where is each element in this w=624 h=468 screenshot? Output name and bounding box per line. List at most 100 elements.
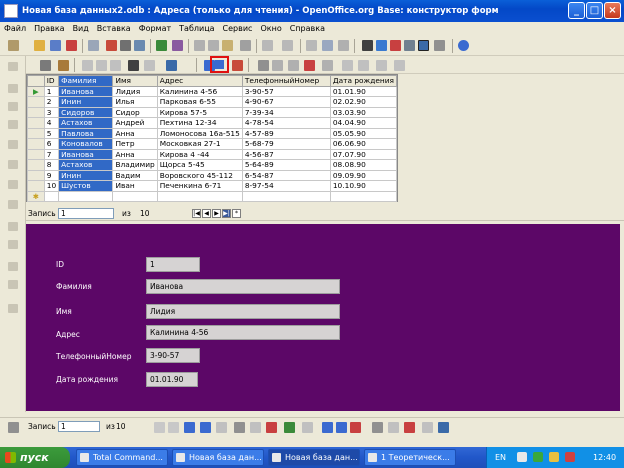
menu-format[interactable]: Формат [135, 22, 175, 36]
gallery-icon[interactable] [390, 40, 401, 51]
first-record-button[interactable]: |◀ [192, 209, 201, 218]
undo-icon[interactable] [262, 40, 273, 51]
table-cell[interactable]: 4-78-54 [241, 117, 331, 129]
field-address[interactable]: Калинина 4-56 [146, 325, 340, 340]
table-cell[interactable]: Иванова [58, 85, 114, 97]
table-cell[interactable]: 1 [43, 85, 60, 97]
task-base-1[interactable]: Новая база дан... [172, 449, 264, 466]
print-icon[interactable] [120, 40, 131, 51]
tray-security-icon[interactable] [565, 452, 575, 462]
row-selector[interactable] [27, 180, 45, 192]
format-paintbrush-icon[interactable] [240, 40, 251, 51]
table-cell[interactable]: Астахов [58, 117, 114, 129]
autofilter-icon[interactable] [144, 60, 155, 71]
task-theory[interactable]: 1 Теоретическ... [364, 449, 456, 466]
table-cell[interactable]: Андрей [112, 117, 158, 129]
filter-icon[interactable] [258, 60, 269, 71]
table-cell[interactable]: Кирова 4 -44 [156, 148, 243, 160]
table-cell[interactable]: Иванова [58, 148, 114, 160]
pushbutton-control-icon[interactable] [8, 222, 18, 231]
table-cell[interactable]: Коновалов [58, 138, 114, 150]
design-mode-icon[interactable] [8, 84, 18, 93]
menu-tools[interactable]: Сервис [219, 22, 257, 36]
table-cell[interactable]: 3-90-57 [241, 85, 331, 97]
language-indicator[interactable]: EN [495, 447, 506, 468]
last-record-icon[interactable] [200, 422, 211, 433]
table-cell[interactable]: Инин [58, 169, 114, 181]
table-cell[interactable]: Инин [58, 96, 114, 108]
table-insert-icon[interactable] [322, 40, 333, 51]
table-cell[interactable]: Кирова 57-5 [156, 106, 243, 118]
menu-window[interactable]: Окно [256, 22, 285, 36]
sort-descending-highlight[interactable] [210, 56, 229, 73]
save-record-icon[interactable] [40, 60, 51, 71]
textbox-control-icon[interactable] [8, 120, 18, 129]
table-cell[interactable]: 4-57-89 [241, 127, 331, 139]
undo-record-icon[interactable] [82, 60, 93, 71]
field-phone[interactable]: 3-90-57 [146, 348, 200, 363]
column-header[interactable]: Имя [112, 75, 158, 87]
sort-descending-icon[interactable] [336, 422, 347, 433]
table-cell[interactable]: 10.10.90 [329, 180, 398, 192]
grid-tool-icon[interactable] [342, 60, 353, 71]
data-source-icon[interactable] [438, 422, 449, 433]
table-row[interactable]: 8 Астахов Владимир Щорса 5-45 5-64-89 08.08.9… [27, 159, 398, 171]
more-controls-icon[interactable] [8, 262, 18, 271]
row-selector[interactable] [27, 138, 45, 150]
delete-record-icon[interactable] [96, 60, 107, 71]
field-birthdate[interactable]: 01.01.90 [146, 372, 198, 387]
table-cell[interactable]: 4 [43, 117, 60, 129]
row-selector[interactable] [27, 106, 45, 118]
table-cell[interactable]: 9 [43, 169, 60, 181]
menu-table[interactable]: Таблица [175, 22, 218, 36]
grid-tool-icon[interactable] [394, 60, 405, 71]
apply-filter-icon[interactable] [388, 422, 399, 433]
menu-help[interactable]: Справка [286, 22, 329, 36]
sort-icon[interactable] [232, 60, 243, 71]
table-cell[interactable]: 5 [43, 127, 60, 139]
menu-file[interactable]: Файл [0, 22, 30, 36]
table-cell[interactable]: 01.01.90 [329, 85, 398, 97]
row-selector[interactable] [27, 96, 45, 108]
open-folder-icon[interactable] [34, 40, 45, 51]
pdf-export-icon[interactable] [106, 40, 117, 51]
hyperlink-icon[interactable] [306, 40, 317, 51]
table-cell[interactable]: Московкая 27-1 [156, 138, 243, 150]
table-cell[interactable] [43, 190, 60, 202]
field-surname[interactable]: Иванова [146, 279, 340, 294]
record-number-input[interactable]: 1 [58, 208, 114, 219]
prev-record-button[interactable]: ◀ [202, 209, 211, 218]
remove-filter-icon[interactable] [304, 60, 315, 71]
table-cell[interactable]: Лидия [112, 85, 158, 97]
table-cell[interactable] [58, 190, 114, 202]
table-cell[interactable]: Ломоносова 16а-515 [156, 127, 243, 139]
table-cell[interactable]: 04.04.90 [329, 117, 398, 129]
column-header[interactable]: ТелефонныйНомер [241, 75, 331, 87]
sort-ascending-icon[interactable] [322, 422, 333, 433]
row-selector[interactable]: ✱ [27, 190, 45, 202]
grid-tool-icon[interactable] [376, 60, 387, 71]
field-name[interactable]: Лидия [146, 304, 340, 319]
table-row[interactable]: 5 Павлова Анна Ломоносова 16а-515 4-57-89 05.… [27, 127, 398, 139]
save-icon[interactable] [50, 40, 61, 51]
prev-record-icon[interactable] [168, 422, 179, 433]
table-cell[interactable]: Печенкина 6-71 [156, 180, 243, 192]
tray-volume-icon[interactable] [549, 452, 559, 462]
datasources-icon[interactable] [404, 40, 415, 51]
column-header[interactable]: ID [43, 75, 60, 87]
autospell-icon[interactable] [172, 40, 183, 51]
help-icon[interactable] [458, 40, 469, 51]
refresh-icon[interactable] [284, 422, 295, 433]
table-cell[interactable]: Воровского 45-112 [156, 169, 243, 181]
table-cell[interactable]: 4-90-67 [241, 96, 331, 108]
table-row[interactable]: 3 Сидоров Сидор Кирова 57-5 7-39-34 03.03.90 [27, 106, 398, 118]
save-record-icon[interactable] [234, 422, 245, 433]
table-row[interactable]: 7 Иванова Анна Кирова 4 -44 4-56-87 07.07.90 [27, 148, 398, 160]
refresh-control-icon[interactable] [302, 422, 313, 433]
column-header[interactable]: Дата рождения [329, 75, 398, 87]
data-to-text-icon[interactable] [322, 60, 333, 71]
close-button[interactable]: × [604, 2, 621, 19]
sort-descending-icon[interactable] [215, 60, 224, 69]
table-cell[interactable]: 03.03.90 [329, 106, 398, 118]
new-record-button[interactable]: * [232, 209, 241, 218]
